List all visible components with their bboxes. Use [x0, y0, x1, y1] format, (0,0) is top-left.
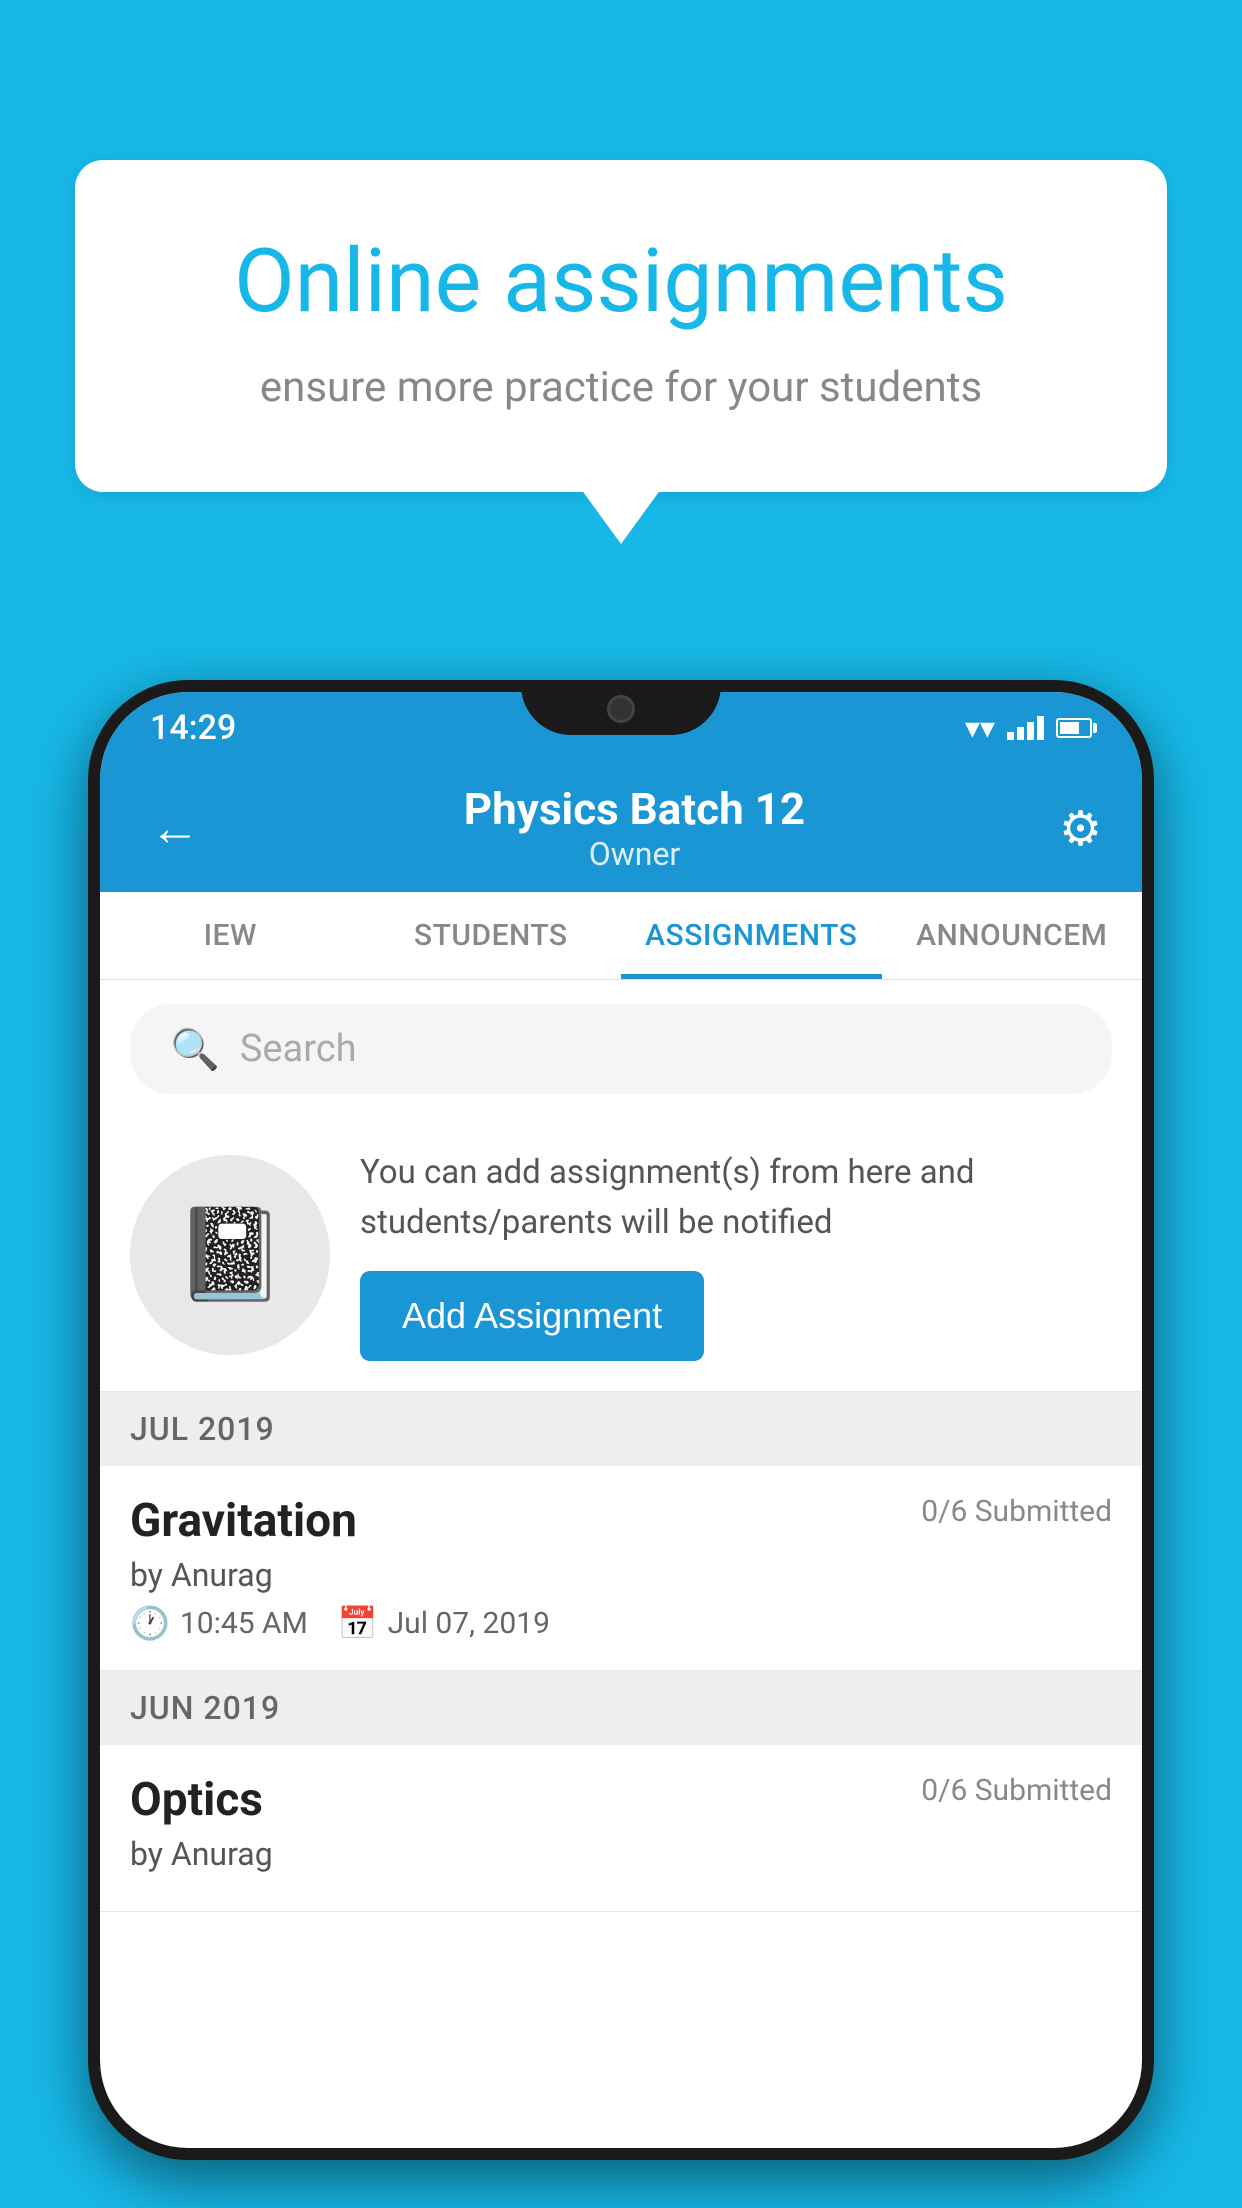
owner-label: Owner — [464, 835, 805, 873]
search-bar[interactable]: 🔍 Search — [130, 1004, 1112, 1094]
promo-description: You can add assignment(s) from here and … — [360, 1148, 1112, 1247]
front-camera — [607, 695, 635, 723]
promo-section: 📓 You can add assignment(s) from here an… — [100, 1118, 1142, 1392]
phone-outer: 14:29 ▾▾ ← Physics B — [88, 680, 1154, 2160]
promo-text-area: You can add assignment(s) from here and … — [360, 1148, 1112, 1361]
tab-announcements[interactable]: ANNOUNCEM — [882, 892, 1143, 979]
bubble-subtitle: ensure more practice for your students — [155, 363, 1087, 412]
phone-screen: 14:29 ▾▾ ← Physics B — [100, 692, 1142, 2148]
tab-students[interactable]: STUDENTS — [361, 892, 622, 979]
optics-name: Optics — [130, 1773, 263, 1827]
section-header-jun: JUN 2019 — [100, 1671, 1142, 1745]
calendar-icon: 📅 — [338, 1604, 378, 1642]
search-placeholder: Search — [240, 1027, 357, 1071]
tab-assignments[interactable]: ASSIGNMENTS — [621, 892, 882, 979]
screen-content: 🔍 Search 📓 You can add assignment(s) fro… — [100, 980, 1142, 2148]
signal-icon — [1007, 716, 1044, 740]
phone-notch — [521, 680, 721, 735]
assignment-name: Gravitation — [130, 1494, 357, 1548]
assignment-meta: 🕐 10:45 AM 📅 Jul 07, 2019 — [130, 1604, 1112, 1642]
assignment-time: 🕐 10:45 AM — [130, 1604, 308, 1642]
search-icon: 🔍 — [170, 1026, 220, 1073]
optics-by: by Anurag — [130, 1835, 1112, 1873]
add-assignment-button[interactable]: Add Assignment — [360, 1271, 704, 1361]
assignment-by: by Anurag — [130, 1556, 1112, 1594]
battery-icon — [1056, 718, 1092, 738]
section-header-jul: JUL 2019 — [100, 1392, 1142, 1466]
assignment-row-optics: Optics 0/6 Submitted — [130, 1773, 1112, 1827]
promo-icon-circle: 📓 — [130, 1155, 330, 1355]
status-time: 14:29 — [150, 708, 236, 748]
notebook-icon: 📓 — [174, 1202, 286, 1307]
assignment-submitted: 0/6 Submitted — [921, 1494, 1112, 1529]
assignment-row: Gravitation 0/6 Submitted — [130, 1494, 1112, 1548]
wifi-icon: ▾▾ — [965, 711, 995, 746]
assignment-date: 📅 Jul 07, 2019 — [338, 1604, 550, 1642]
clock-icon: 🕐 — [130, 1604, 170, 1642]
header-center: Physics Batch 12 Owner — [464, 783, 805, 873]
speech-bubble: Online assignments ensure more practice … — [75, 160, 1167, 492]
optics-submitted: 0/6 Submitted — [921, 1773, 1112, 1808]
assignment-item-optics[interactable]: Optics 0/6 Submitted by Anurag — [100, 1745, 1142, 1912]
batch-title: Physics Batch 12 — [464, 783, 805, 835]
phone-wrapper: 14:29 ▾▾ ← Physics B — [88, 680, 1154, 2208]
status-icons: ▾▾ — [965, 711, 1092, 746]
search-container: 🔍 Search — [100, 980, 1142, 1118]
app-header: ← Physics Batch 12 Owner ⚙ — [100, 764, 1142, 892]
assignment-item-gravitation[interactable]: Gravitation 0/6 Submitted by Anurag 🕐 10… — [100, 1466, 1142, 1671]
tabs-bar: IEW STUDENTS ASSIGNMENTS ANNOUNCEM — [100, 892, 1142, 980]
bubble-title: Online assignments — [155, 230, 1087, 333]
tab-iew[interactable]: IEW — [100, 892, 361, 979]
settings-button[interactable]: ⚙ — [1059, 800, 1102, 857]
back-button[interactable]: ← — [140, 789, 210, 868]
